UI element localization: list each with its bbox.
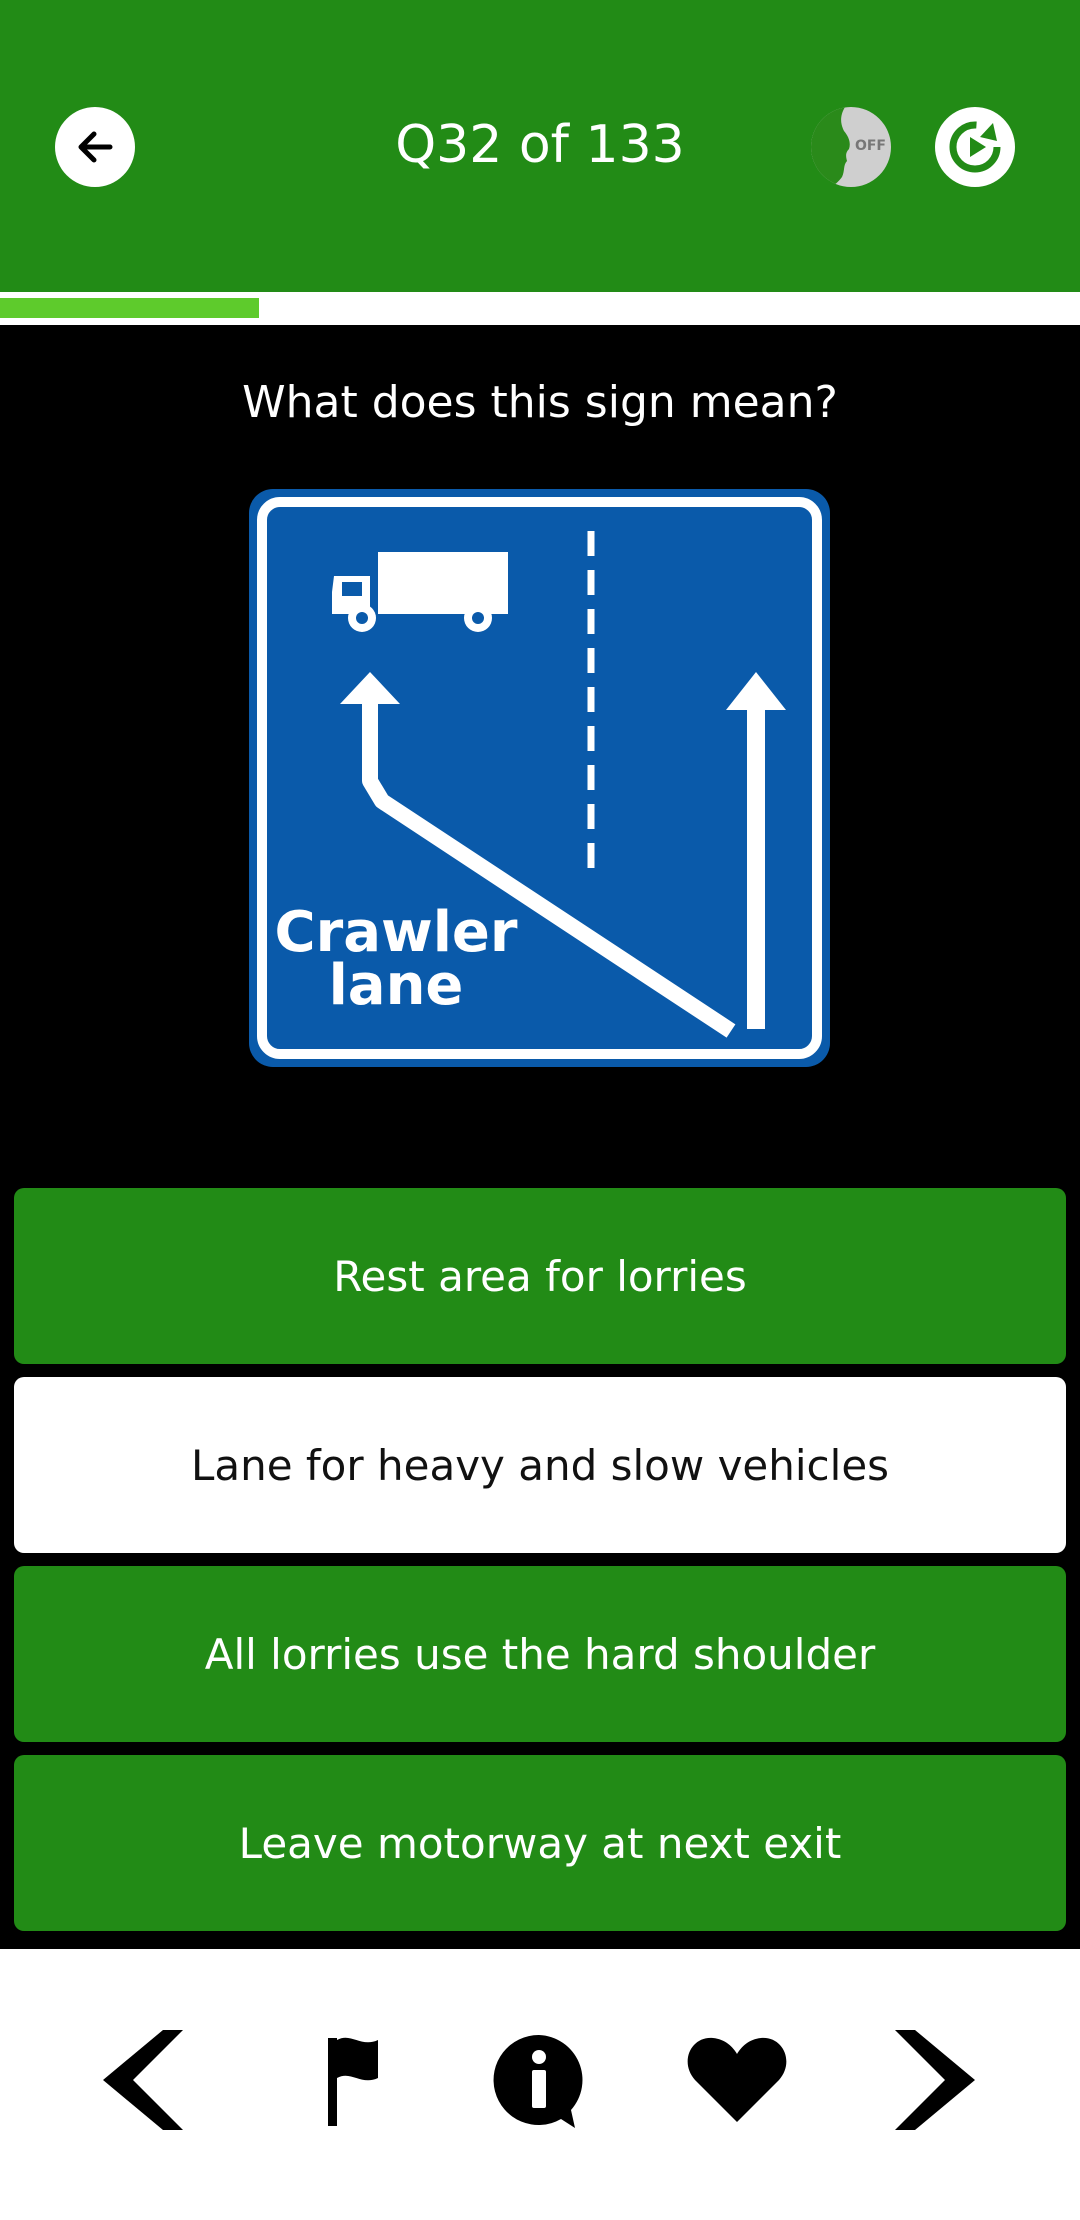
answer-option-label: Rest area for lorries [333, 1251, 747, 1301]
chevron-left-icon [103, 2030, 183, 2130]
voice-off-label: OFF [854, 138, 886, 154]
progress-bar [0, 292, 1080, 325]
heart-icon [687, 2037, 787, 2122]
voice-toggle-button[interactable]: OFF [811, 107, 891, 187]
answer-option-label: All lorries use the hard shoulder [204, 1629, 876, 1679]
next-question-button[interactable] [880, 2025, 990, 2135]
answer-option-label: Lane for heavy and slow vehicles [190, 1440, 890, 1490]
page-title: Q32 of 133 [395, 115, 685, 175]
answer-option-label: Leave motorway at next exit [238, 1818, 842, 1868]
favourite-question-button[interactable] [682, 2025, 792, 2135]
restart-button[interactable] [935, 107, 1015, 187]
answer-option-3[interactable]: All lorries use the hard shoulder [14, 1566, 1066, 1742]
refresh-icon [949, 121, 1001, 173]
progress-fill [0, 298, 260, 318]
answer-option-4[interactable]: Leave motorway at next exit [14, 1755, 1066, 1931]
back-button[interactable] [55, 107, 135, 187]
question-info-button[interactable] [484, 2025, 594, 2135]
sign-text-lane: lane [329, 953, 464, 1018]
answer-option-1[interactable]: Rest area for lorries [14, 1188, 1066, 1364]
arrow-left-icon [78, 131, 113, 163]
flag-question-button[interactable] [291, 2025, 401, 2135]
crawler-lane-sign-image: Crawler lane [249, 489, 830, 1067]
answer-option-2[interactable]: Lane for heavy and slow vehicles [14, 1377, 1066, 1553]
question-text: What does this sign mean? [242, 377, 838, 428]
chevron-right-icon [895, 2030, 975, 2130]
header-bar: Q32 of 133 OFF [0, 0, 1080, 292]
flag-icon [328, 2037, 378, 2126]
info-icon [493, 2034, 583, 2128]
previous-question-button[interactable] [88, 2025, 198, 2135]
